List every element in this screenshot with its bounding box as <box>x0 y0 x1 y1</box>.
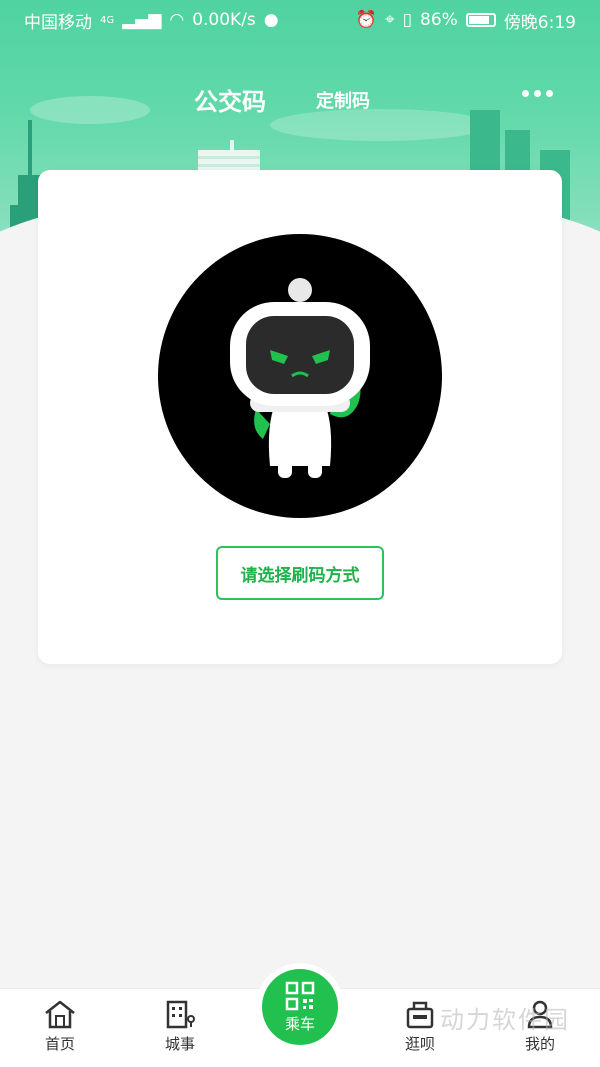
clock: 傍晚6:19 <box>503 12 576 33</box>
tab-ride-label: 乘车 <box>284 1014 315 1033</box>
battery-percent: 86% <box>420 10 458 30</box>
tab-home-label: 首页 <box>44 1035 75 1053</box>
robot-mascot-icon <box>158 234 442 518</box>
network-speed: 0.00K/s <box>192 10 256 30</box>
tab-ride[interactable]: 乘车 <box>262 969 338 1045</box>
tab-custom-code[interactable]: 定制码 <box>316 87 370 113</box>
tab-bus-code[interactable]: 公交码 <box>194 82 266 117</box>
more-dot-icon <box>534 90 541 97</box>
alarm-icon: ⏰ <box>355 10 378 30</box>
carrier-label: 中国移动 <box>24 12 92 33</box>
bus-code-card: 请选择刷码方式 <box>38 170 562 664</box>
tab-home[interactable]: 首页 <box>20 999 100 1054</box>
wifi-icon: ◠ <box>169 10 185 30</box>
more-dot-icon <box>522 90 529 97</box>
qr-code-icon <box>285 981 315 1010</box>
vibrate-icon: ▯ <box>402 10 413 30</box>
tab-mine-label: 我的 <box>524 1035 555 1053</box>
home-icon <box>45 1000 75 1029</box>
signal-icon: ▂▄▆ <box>122 10 162 30</box>
building-icon <box>166 1000 195 1029</box>
title-bar: 公交码 定制码 <box>0 72 600 122</box>
battery-icon <box>465 13 496 27</box>
tab-shop-label: 逛呗 <box>404 1035 435 1053</box>
tab-city[interactable]: 城事 <box>140 999 220 1054</box>
location-icon: ⌖ <box>385 10 395 30</box>
shop-icon <box>406 1001 434 1029</box>
tab-city-label: 城事 <box>164 1035 195 1053</box>
status-bar: 中国移动 4G ▂▄▆ ◠ 0.00K/s ● ⏰ ⌖ ▯ 86% 傍晚6:19 <box>0 0 600 40</box>
more-button[interactable] <box>522 90 553 97</box>
watermark-text: 动力软件园 <box>440 1006 570 1034</box>
network-label: 4G <box>100 14 115 26</box>
more-dot-icon <box>546 90 553 97</box>
choose-scan-method-button[interactable]: 请选择刷码方式 <box>216 546 384 600</box>
message-icon: ● <box>263 10 279 30</box>
